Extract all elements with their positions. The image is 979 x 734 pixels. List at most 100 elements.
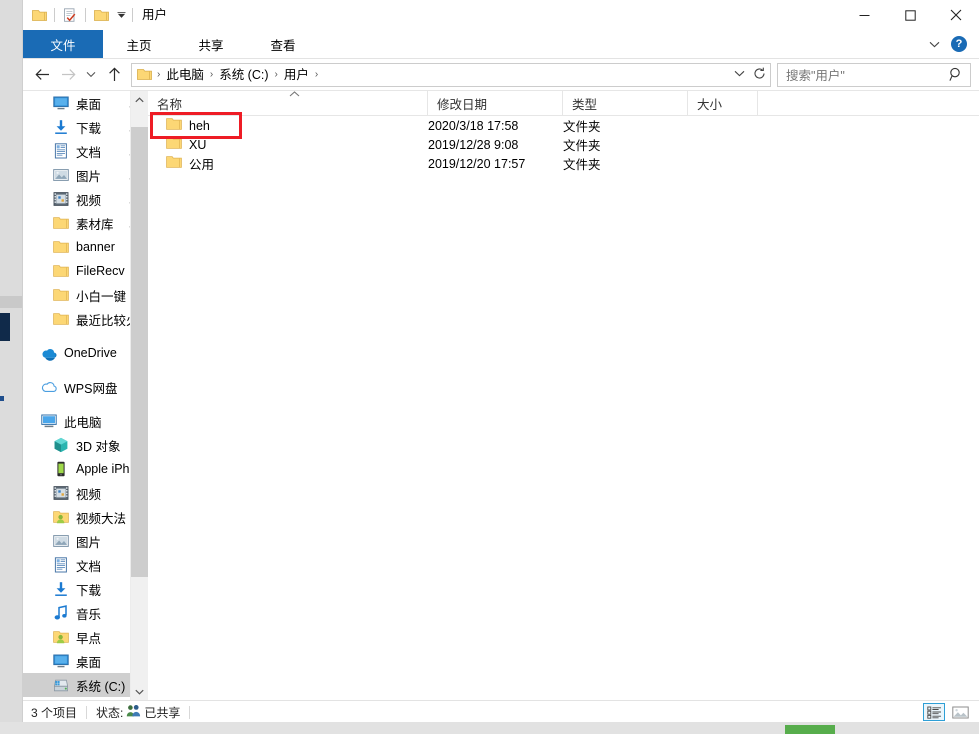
folder-icon [166,135,182,154]
sidebar-item-label: 早点 [76,628,101,647]
search-icon[interactable] [949,67,963,87]
column-header-date[interactable]: 修改日期 [428,91,563,115]
large-icons-view-icon[interactable] [949,703,971,721]
up-button[interactable] [101,62,127,88]
sidebar-item-label: 图片 [76,532,101,551]
phone-icon [53,461,69,477]
sidebar-item-label: WPS网盘 [64,378,117,397]
navigation-pane: 桌面下载文档图片视频素材库bannerFileRecv小白一键最近比较火的iph… [23,91,148,700]
wpscloud-icon [41,379,57,395]
table-row[interactable]: 公用2019/12/20 17:57文件夹 [148,154,979,173]
qat-divider-2 [85,8,86,22]
recent-locations-button[interactable] [81,62,101,88]
music-icon [53,605,69,621]
help-icon[interactable]: ? [951,36,967,52]
breadcrumb-folder-icon [136,67,152,83]
breadcrumb[interactable]: › 此电脑 › 系统 (C:) › 用户 › [131,63,771,87]
background-window-edge [0,296,22,308]
desktop-icon [53,95,69,111]
scroll-up-icon[interactable] [131,91,148,108]
sidebar-item-label: 图片 [76,166,101,185]
table-row[interactable]: heh2020/3/18 17:58文件夹 [148,116,979,135]
status-shared-label: 已共享 [144,704,180,721]
desktop-left-strip [0,0,22,734]
ribbon-right-controls: ? [923,30,975,58]
tab-share[interactable]: 共享 [175,30,247,58]
thispc-icon [41,413,57,429]
breadcrumb-separator: › [154,64,163,86]
new-folder-icon[interactable] [58,3,82,27]
breadcrumb-item-thispc[interactable]: 此电脑 [163,65,207,85]
sidebar-item-label: 系统 (C:) [76,676,125,695]
file-name-cell[interactable]: 公用 [148,154,428,173]
sidebar-item-label: 下载 [76,580,101,599]
breadcrumb-item-drive[interactable]: 系统 (C:) [216,65,271,85]
folder-icon[interactable] [89,3,113,27]
document-icon [53,557,69,573]
chevron-down-icon[interactable] [923,33,945,55]
column-header-name[interactable]: 名称 [148,91,428,115]
column-header-row: 名称 修改日期 类型 大小 [148,91,979,116]
breadcrumb-separator: › [312,64,321,86]
status-divider [86,706,87,719]
ribbon-tab-bar: 文件 主页 共享 查看 ? [23,30,979,59]
3dobjects-icon [53,437,69,453]
scroll-down-icon[interactable] [131,683,148,700]
video-icon [53,191,69,207]
download-icon [53,581,69,597]
title-bar: 用户 [23,0,979,30]
refresh-icon[interactable] [750,64,768,84]
search-placeholder: 搜索"用户" [778,65,845,84]
minimize-button[interactable] [841,0,887,30]
column-header-size[interactable]: 大小 [688,91,758,115]
forward-button[interactable] [55,62,81,88]
table-row[interactable]: XU2019/12/28 9:08文件夹 [148,135,979,154]
status-bar: 3 个项目 状态: 已共享 [23,700,979,723]
file-type-cell: 文件夹 [563,154,688,173]
customize-caret-icon[interactable] [113,3,129,27]
window-title: 用户 [142,0,167,30]
sidebar-item-label: 小白一键 [76,286,126,305]
item-count-label: 3 个项目 [31,704,77,721]
file-rows: heh2020/3/18 17:58文件夹XU2019/12/28 9:08文件… [148,116,979,700]
search-input[interactable]: 搜索"用户" [777,63,971,87]
taskbar-active-indicator[interactable] [785,725,835,734]
back-button[interactable] [29,62,55,88]
file-name-cell[interactable]: XU [148,135,428,154]
file-date-cell: 2019/12/20 17:57 [428,157,563,171]
tab-file[interactable]: 文件 [23,30,103,58]
close-button[interactable] [933,0,979,30]
details-view-icon[interactable] [923,703,945,721]
desktop-icon [53,653,69,669]
file-name-cell[interactable]: heh [148,116,428,135]
scrollbar-thumb[interactable] [131,127,148,577]
status-shared: 状态: 已共享 [96,704,180,721]
chevron-down-icon[interactable] [730,64,748,84]
pictures-icon [53,533,69,549]
sidebar-item-label: 文档 [76,142,101,161]
maximize-button[interactable] [887,0,933,30]
tab-view[interactable]: 查看 [247,30,319,58]
screen: 用户 文件 主页 共享 查看 [0,0,979,734]
drive-icon [53,677,69,693]
document-icon [53,143,69,159]
qat-divider-3 [132,8,133,22]
window-controls [841,0,979,30]
navigation-scrollbar[interactable] [130,91,148,700]
file-date-cell: 2019/12/28 9:08 [428,138,563,152]
explorer-window: 用户 文件 主页 共享 查看 [22,0,979,724]
folder-icon [53,311,69,327]
sidebar-item-label: 下载 [76,118,101,137]
sidebar-item-label: OneDrive [64,346,117,360]
sidebar-item-label: 桌面 [76,94,101,113]
download-icon [53,119,69,135]
video-icon [53,485,69,501]
file-list-pane: 名称 修改日期 类型 大小 heh2020/3/18 17:58文件夹XU201… [148,91,979,700]
view-buttons [923,703,971,721]
properties-folder-icon[interactable] [27,3,51,27]
status-divider [189,706,190,719]
column-header-type[interactable]: 类型 [563,91,688,115]
breadcrumb-item-users[interactable]: 用户 [281,65,312,85]
file-date-cell: 2020/3/18 17:58 [428,119,563,133]
tab-home[interactable]: 主页 [103,30,175,58]
